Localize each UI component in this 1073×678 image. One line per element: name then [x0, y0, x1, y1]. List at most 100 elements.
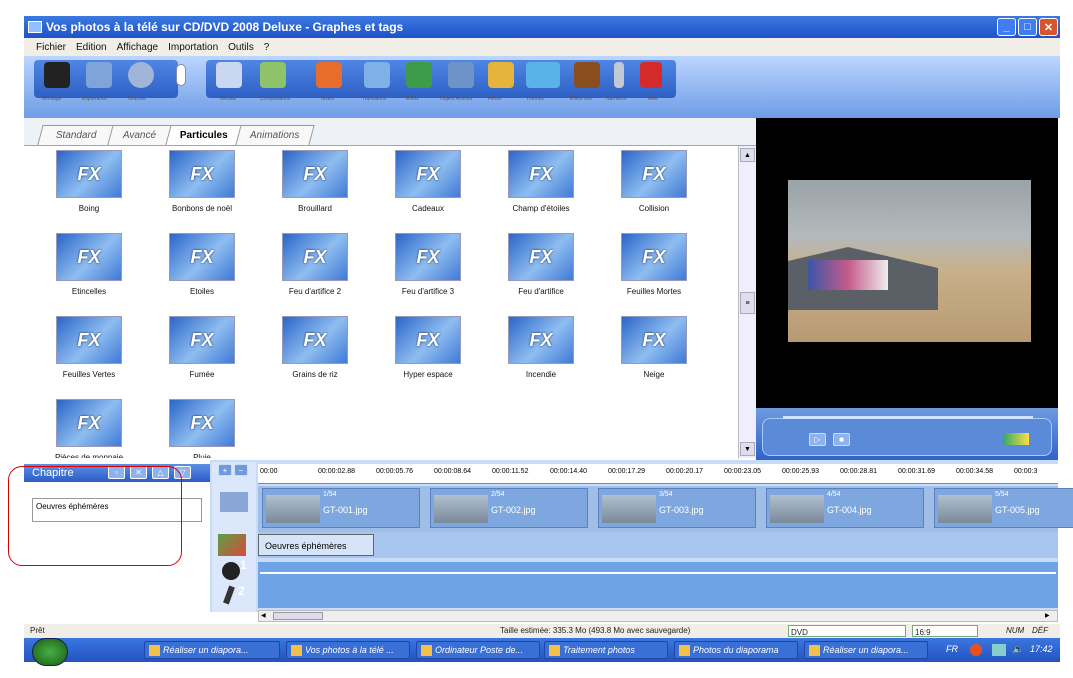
fx-icon: FX	[169, 316, 235, 364]
scroll-left-icon[interactable]: ◀	[261, 612, 271, 620]
tab-particules[interactable]: Particules	[165, 125, 243, 145]
aide-icon[interactable]	[640, 62, 662, 88]
ruler-tick: 00:00:17.29	[608, 468, 645, 475]
fx-icon: FX	[56, 316, 122, 364]
menu-bar: Fichier Edition Affichage Importation Ou…	[24, 38, 1060, 56]
zoom-in-icon[interactable]: +	[218, 464, 232, 476]
themes-icon[interactable]	[526, 62, 560, 88]
effect-item[interactable]: FX Hyper espace	[373, 316, 483, 400]
menu-edition[interactable]: Edition	[76, 42, 107, 53]
effect-item[interactable]: FX Bonbons de noël	[147, 150, 257, 234]
photo-clip[interactable]: 4/54 GT-004.jpg	[766, 488, 924, 528]
effect-item[interactable]: FX Etoiles	[147, 233, 257, 317]
app-icon	[28, 21, 42, 33]
filtres-icon[interactable]	[488, 62, 514, 88]
clip-filename: GT-001.jpg	[323, 505, 368, 515]
tray-app-icon[interactable]	[970, 644, 982, 656]
clip-filename: GT-003.jpg	[659, 505, 704, 515]
zoom-out-icon[interactable]: −	[234, 464, 248, 476]
effect-item[interactable]: FX Incendie	[486, 316, 596, 400]
effect-item[interactable]: FX Neige	[599, 316, 709, 400]
montage-icon[interactable]	[44, 62, 70, 88]
narration-icon[interactable]	[614, 62, 624, 88]
effect-item[interactable]: FX Cadeaux	[373, 150, 483, 234]
photo-clip[interactable]: 2/54 GT-002.jpg	[430, 488, 588, 528]
effect-item[interactable]: FX Fumée	[147, 316, 257, 400]
start-button[interactable]	[32, 638, 68, 666]
play-icon[interactable]: ▷	[809, 433, 826, 446]
medias-icon[interactable]	[216, 62, 242, 88]
effect-item[interactable]: FX Feu d'artifice 3	[373, 233, 483, 317]
network-icon[interactable]	[992, 644, 1006, 656]
effect-item[interactable]: FX Boing	[34, 150, 144, 234]
effect-item[interactable]: FX Pièces de monnaie	[34, 399, 144, 458]
taskbar-item[interactable]: Ordinateur Poste de...	[416, 641, 540, 659]
effect-item[interactable]: FX Feuilles Vertes	[34, 316, 144, 400]
effets-son-icon[interactable]	[574, 62, 600, 88]
text-clip[interactable]: Oeuvres éphémères	[258, 534, 374, 556]
minimize-button[interactable]: _	[997, 18, 1016, 36]
maximize-button[interactable]: □	[1018, 18, 1037, 36]
scroll-right-icon[interactable]: ▶	[1045, 612, 1055, 620]
clip-index: 4/54	[827, 491, 841, 498]
effect-item[interactable]: FX Grains de riz	[260, 316, 370, 400]
effect-item[interactable]: FX Brouillard	[260, 150, 370, 234]
effect-item[interactable]: FX Etincelles	[34, 233, 144, 317]
language-indicator[interactable]: FR	[946, 644, 958, 654]
menu-outils[interactable]: Outils	[228, 42, 254, 53]
fx-icon: FX	[508, 316, 574, 364]
ruler-tick: 00:00:25.93	[782, 468, 819, 475]
format-select[interactable]: DVD	[788, 625, 906, 637]
ruler-tick: 00:00:23.05	[724, 468, 761, 475]
effect-item[interactable]: FX Feu d'artifice 2	[260, 233, 370, 317]
photo-track: 1/54 GT-001.jpg 2/54 GT-002.jpg 3/54 GT-003.j…	[258, 486, 1073, 532]
exportation-icon[interactable]	[86, 62, 112, 88]
clip-filename: GT-005.jpg	[995, 505, 1040, 515]
ratio-select[interactable]: 16:9	[912, 625, 978, 637]
objets-animes-icon[interactable]	[448, 62, 474, 88]
effects-scrollbar[interactable]: ▲ ≡ ▼	[738, 146, 756, 458]
effect-item[interactable]: FX Pluie	[147, 399, 257, 458]
effect-item[interactable]: FX Feuilles Mortes	[599, 233, 709, 317]
tab-animations[interactable]: Animations	[235, 125, 315, 145]
timeline-scrollbar[interactable]: ◀ ▶	[258, 610, 1058, 622]
volume-tray-icon[interactable]: 🔈	[1012, 644, 1023, 655]
transitions-icon[interactable]	[364, 62, 390, 88]
effects-tabs: Standard Avancé Particules Animations	[24, 118, 756, 146]
volume-icon[interactable]	[1003, 433, 1029, 445]
taskbar-item[interactable]: Réaliser un diapora...	[804, 641, 928, 659]
menu-fichier[interactable]: Fichier	[36, 42, 66, 53]
menu-help[interactable]: ?	[264, 42, 270, 53]
effect-item[interactable]: FX Collision	[599, 150, 709, 234]
taskbar-item[interactable]: Traitement photos	[544, 641, 668, 659]
taskbar-item[interactable]: Photos du diaporama	[674, 641, 798, 659]
fx-icon: FX	[169, 399, 235, 447]
tab-avance[interactable]: Avancé	[107, 125, 173, 145]
photo-clip[interactable]: 1/54 GT-001.jpg	[262, 488, 420, 528]
gravure-icon[interactable]	[128, 62, 154, 88]
effets-icon[interactable]	[406, 62, 432, 88]
fx-icon: FX	[508, 150, 574, 198]
tab-label: Particules	[179, 130, 228, 141]
stop-icon[interactable]: ■	[833, 433, 850, 446]
scroll-down-icon[interactable]: ▼	[740, 442, 755, 456]
close-button[interactable]: ✕	[1039, 18, 1058, 36]
scroll-thumb[interactable]	[273, 612, 323, 620]
menu-importation[interactable]: Importation	[168, 42, 218, 53]
fx-icon: FX	[282, 233, 348, 281]
seek-bar[interactable]	[783, 416, 1033, 419]
taskbar-item[interactable]: Réaliser un diapora...	[144, 641, 280, 659]
toolbar-label: Compositions	[260, 96, 291, 102]
photo-clip[interactable]: 3/54 GT-003.jpg	[598, 488, 756, 528]
compositions-icon[interactable]	[260, 62, 286, 88]
scroll-up-icon[interactable]: ▲	[740, 148, 755, 162]
scroll-thumb[interactable]: ≡	[740, 292, 755, 314]
menu-affichage[interactable]: Affichage	[117, 42, 159, 53]
effect-item[interactable]: FX Champ d'étoiles	[486, 150, 596, 234]
tab-standard[interactable]: Standard	[37, 125, 115, 145]
time-ruler[interactable]: 00:00 00:00:02.88 00:00:05.76 00:00:08.64 00…	[258, 464, 1058, 484]
taskbar-item[interactable]: Vos photos à la télé ...	[286, 641, 410, 659]
effect-item[interactable]: FX Feu d'artifice	[486, 233, 596, 317]
textes-icon[interactable]	[316, 62, 342, 88]
photo-clip[interactable]: 5/54 GT-005.jpg	[934, 488, 1073, 528]
